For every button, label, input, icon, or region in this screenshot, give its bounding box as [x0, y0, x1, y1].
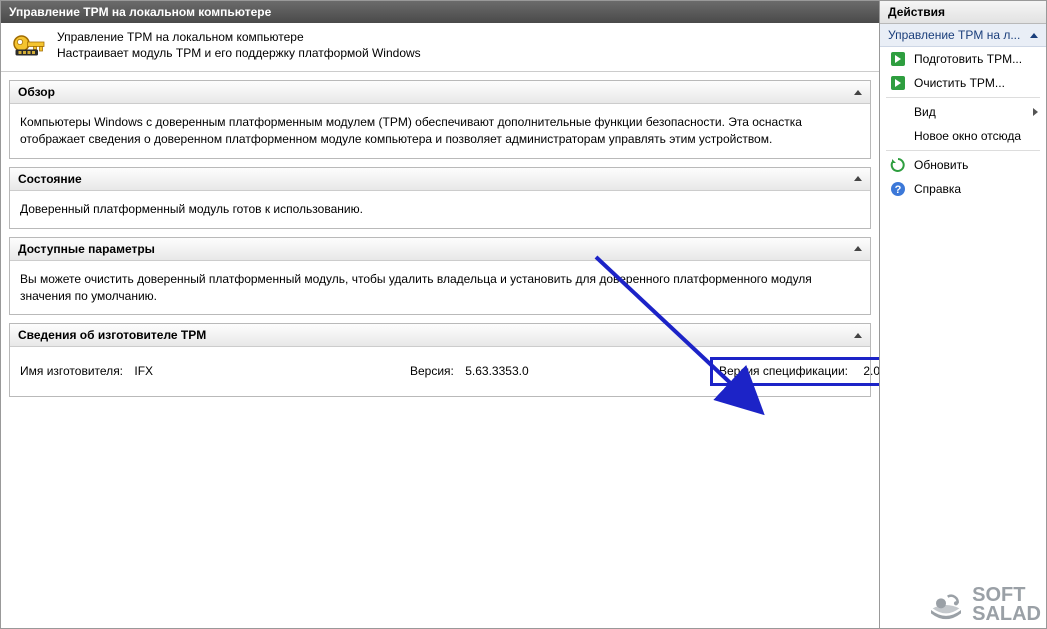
mfg-version-value: 5.63.3353.0 [465, 363, 528, 380]
spec-version-highlight: Версия спецификации: 2.0 [710, 357, 879, 386]
separator [886, 150, 1040, 151]
collapse-icon [854, 246, 862, 251]
actions-title: Действия [880, 1, 1046, 24]
collapse-icon [854, 90, 862, 95]
watermark-line2: SALAD [972, 605, 1041, 624]
help-icon: ? [890, 181, 906, 197]
section-manufacturer: Сведения об изготовителе TPM Имя изготов… [9, 323, 871, 397]
window-title: Управление TPM на локальном компьютере [1, 1, 879, 23]
actions-group-label: Управление TPM на л... [888, 28, 1020, 42]
spec-version-label: Версия спецификации: [719, 363, 848, 380]
watermark: SOFT SALAD [926, 585, 1041, 625]
action-clear-tpm[interactable]: Очистить TPM... [880, 71, 1046, 95]
blank-icon [890, 104, 906, 120]
section-status-body: Доверенный платформенный модуль готов к … [10, 191, 870, 228]
section-available-header[interactable]: Доступные параметры [10, 238, 870, 261]
blank-icon [890, 128, 906, 144]
arrow-right-green-icon [890, 51, 906, 67]
section-overview-header[interactable]: Обзор [10, 81, 870, 104]
content-area[interactable]: Обзор Компьютеры Windows с доверенным пл… [1, 72, 879, 628]
page-subtitle: Настраивает модуль TPM и его поддержку п… [57, 45, 421, 61]
mfg-name-label: Имя изготовителя: [20, 363, 123, 380]
manufacturer-row: Имя изготовителя: IFX Версия: 5.63.3353.… [20, 357, 860, 386]
page-title: Управление TPM на локальном компьютере [57, 29, 421, 45]
action-label: Справка [914, 182, 961, 196]
section-manufacturer-title: Сведения об изготовителе TPM [18, 328, 206, 342]
section-overview-body: Компьютеры Windows с доверенным платформ… [10, 104, 870, 158]
mfg-version-label: Версия: [410, 363, 454, 380]
action-new-window[interactable]: Новое окно отсюда [880, 124, 1046, 148]
actions-group-header[interactable]: Управление TPM на л... [880, 24, 1046, 47]
section-available: Доступные параметры Вы можете очистить д… [9, 237, 871, 316]
header-banner: Управление TPM на локальном компьютере Н… [1, 23, 879, 72]
separator [886, 97, 1040, 98]
section-available-body: Вы можете очистить доверенный платформен… [10, 261, 870, 315]
action-refresh[interactable]: Обновить [880, 153, 1046, 177]
action-label: Обновить [914, 158, 968, 172]
section-overview-title: Обзор [18, 85, 55, 99]
mfg-name-value: IFX [134, 363, 153, 380]
action-label: Подготовить TPM... [914, 52, 1022, 66]
section-status-title: Состояние [18, 172, 82, 186]
section-status: Состояние Доверенный платформенный модул… [9, 167, 871, 229]
section-available-title: Доступные параметры [18, 242, 155, 256]
action-view[interactable]: Вид [880, 100, 1046, 124]
action-prepare-tpm[interactable]: Подготовить TPM... [880, 47, 1046, 71]
main-pane: Управление TPM на локальном компьютере [0, 0, 880, 629]
collapse-icon [854, 176, 862, 181]
refresh-icon [890, 157, 906, 173]
tpm-key-icon [11, 32, 47, 58]
collapse-icon [1030, 33, 1038, 38]
action-help[interactable]: ? Справка [880, 177, 1046, 201]
section-overview: Обзор Компьютеры Windows с доверенным пл… [9, 80, 871, 159]
section-status-header[interactable]: Состояние [10, 168, 870, 191]
submenu-arrow-icon [1033, 108, 1038, 116]
arrow-right-green-icon [890, 75, 906, 91]
watermark-logo-icon [926, 585, 966, 625]
action-label: Очистить TPM... [914, 76, 1005, 90]
action-label: Новое окно отсюда [914, 129, 1021, 143]
actions-pane: Действия Управление TPM на л... Подготов… [880, 0, 1047, 629]
svg-text:?: ? [895, 184, 902, 196]
action-label: Вид [914, 105, 936, 119]
spec-version-value: 2.0 [863, 363, 879, 380]
section-manufacturer-header[interactable]: Сведения об изготовителе TPM [10, 324, 870, 347]
collapse-icon [854, 333, 862, 338]
